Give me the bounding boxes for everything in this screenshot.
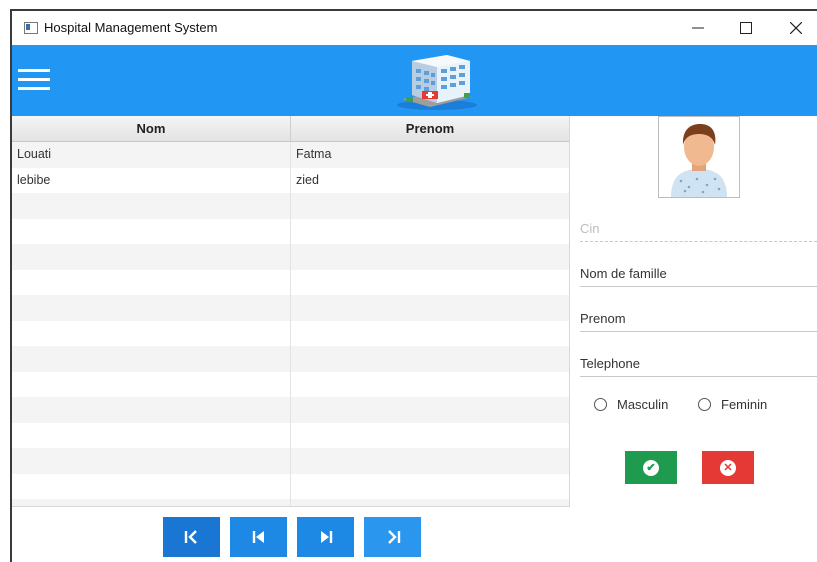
next-button[interactable]	[297, 517, 354, 557]
radio-circle[interactable]	[594, 398, 607, 411]
nom-de-famille-label: Nom de famille	[580, 266, 667, 281]
app-window: Hospital Management System Nom Prenom Lo…	[10, 9, 817, 562]
close-icon: ✕	[720, 459, 736, 476]
prenom-label: Prenom	[580, 311, 626, 326]
empty-row	[12, 295, 569, 321]
previous-button[interactable]	[230, 517, 287, 557]
empty-row	[12, 499, 569, 506]
table-header: Nom Prenom	[12, 116, 569, 142]
empty-row	[12, 422, 569, 448]
radio-masculin-label: Masculin	[617, 397, 669, 412]
app-icon	[24, 22, 38, 34]
cin-placeholder: Cin	[580, 221, 600, 236]
maximize-button[interactable]	[723, 11, 769, 45]
cancel-button[interactable]: ✕	[702, 451, 754, 484]
table-row[interactable]: Louati Fatma	[12, 142, 569, 168]
empty-row	[12, 193, 569, 219]
empty-row	[12, 320, 569, 346]
telephone-field[interactable]: Telephone	[580, 356, 817, 377]
column-header-nom[interactable]: Nom	[12, 116, 291, 141]
maximize-icon	[740, 22, 752, 34]
table-row[interactable]: lebibe zied	[12, 167, 569, 193]
first-page-button[interactable]	[163, 517, 220, 557]
window-title: Hospital Management System	[44, 20, 218, 35]
app-header	[12, 45, 817, 116]
patients-table[interactable]: Nom Prenom Louati Fatma lebibe zied	[12, 116, 570, 507]
title-bar: Hospital Management System	[12, 11, 817, 45]
minimize-button[interactable]	[675, 11, 721, 45]
radio-feminin-label: Feminin	[721, 397, 768, 412]
next-icon	[320, 531, 332, 543]
prenom-field[interactable]: Prenom	[580, 311, 817, 332]
empty-row	[12, 397, 569, 423]
cell-nom: lebibe	[12, 167, 291, 193]
close-window-button[interactable]	[773, 11, 817, 45]
patient-avatar-icon	[658, 116, 740, 198]
telephone-label: Telephone	[580, 356, 640, 371]
last-page-button[interactable]	[364, 517, 421, 557]
cell-nom: Louati	[12, 142, 291, 168]
save-button[interactable]: ✔	[625, 451, 677, 484]
empty-row	[12, 244, 569, 270]
empty-row	[12, 371, 569, 397]
previous-icon	[252, 531, 264, 543]
empty-row	[12, 346, 569, 372]
minimize-icon	[692, 27, 704, 29]
close-icon	[790, 22, 802, 34]
last-page-icon	[387, 530, 400, 544]
radio-masculin[interactable]: Masculin	[594, 397, 668, 412]
cin-field[interactable]: Cin	[580, 221, 817, 242]
nom-de-famille-field[interactable]: Nom de famille	[580, 266, 817, 287]
first-page-icon	[184, 530, 197, 544]
empty-row	[12, 448, 569, 474]
radio-circle[interactable]	[698, 398, 711, 411]
cell-prenom: zied	[296, 172, 319, 187]
menu-icon[interactable]	[18, 69, 50, 93]
empty-row	[12, 473, 569, 499]
cell-prenom: Fatma	[296, 147, 332, 161]
empty-row	[12, 218, 569, 244]
hospital-building-icon	[397, 55, 477, 110]
column-header-prenom[interactable]: Prenom	[291, 116, 569, 141]
empty-row	[12, 269, 569, 295]
radio-feminin[interactable]: Feminin	[698, 397, 767, 412]
check-icon: ✔	[643, 459, 659, 476]
